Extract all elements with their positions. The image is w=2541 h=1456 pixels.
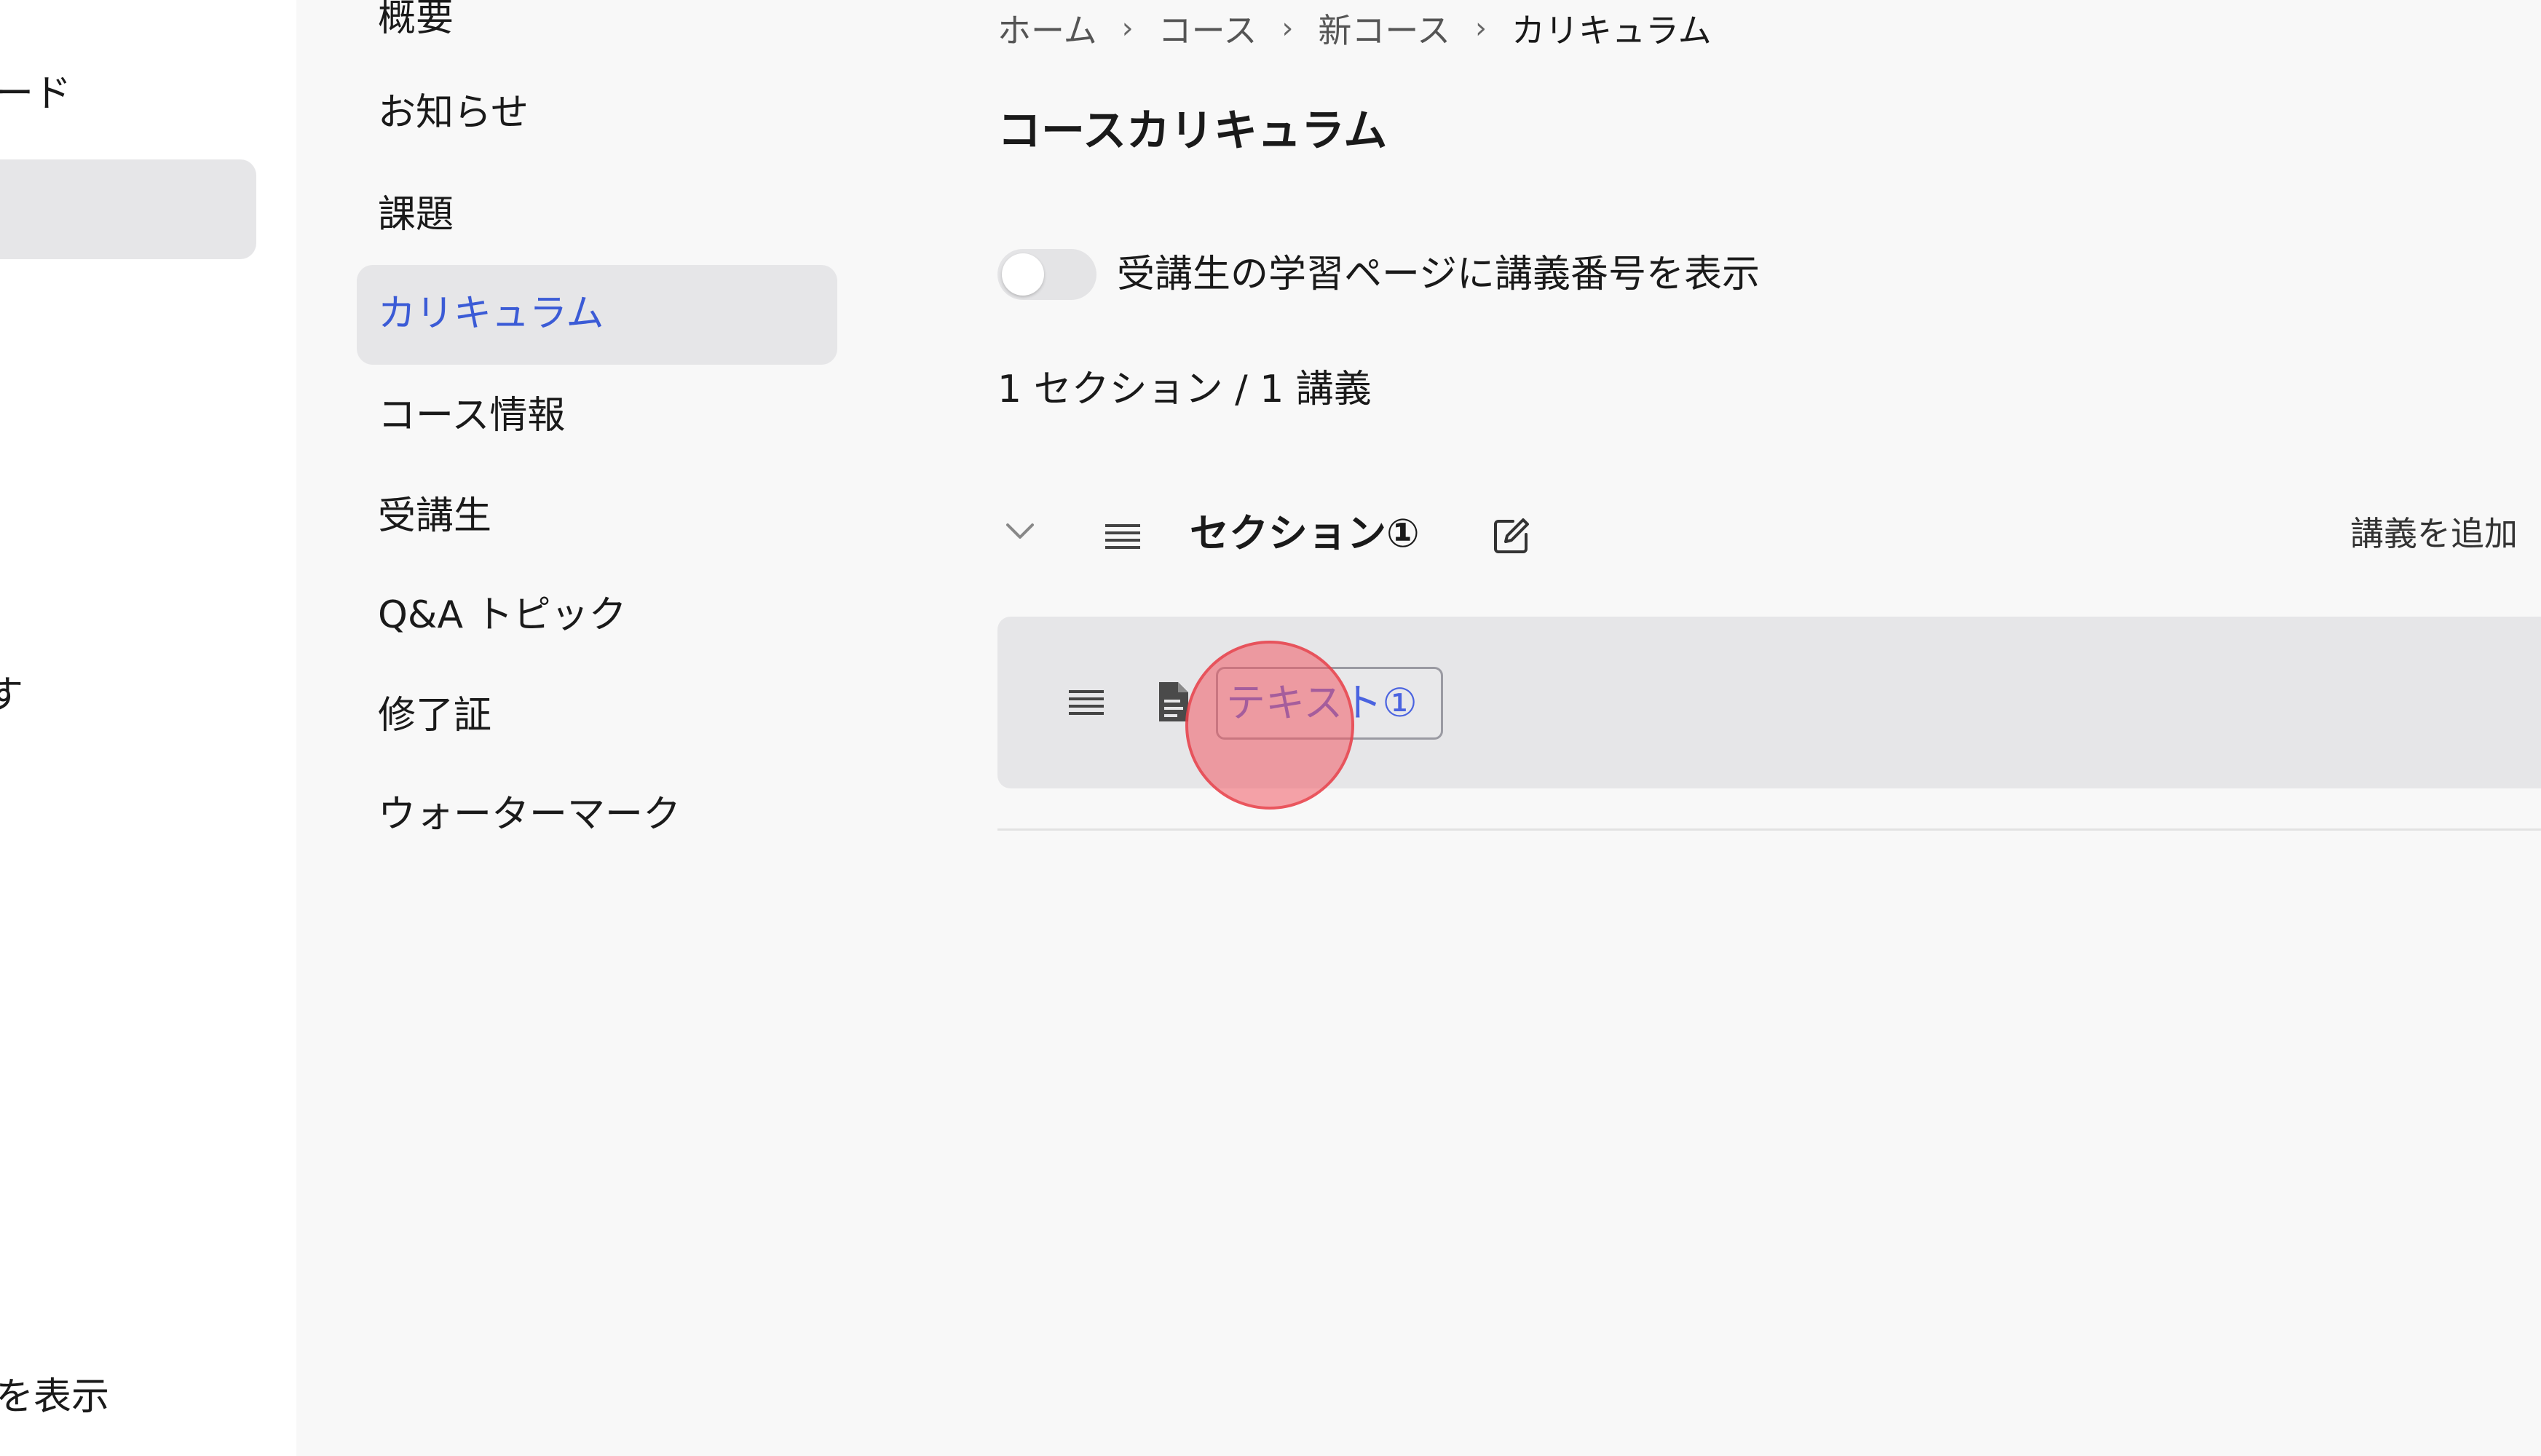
course-menu-item-assignments[interactable]: 課題	[378, 192, 454, 237]
document-icon	[1159, 682, 1188, 721]
course-menu-item-students[interactable]: 受講生	[378, 494, 491, 539]
divider	[997, 828, 2541, 831]
course-menu-item-curriculum[interactable]: カリキュラム	[378, 291, 604, 336]
main-sidebar: ード す を表示	[0, 0, 296, 1456]
chevron-right-icon: ›	[1121, 12, 1134, 45]
toggle-label: 受講生の学習ページに講義番号を表示	[1117, 253, 1760, 296]
chevron-right-icon: ›	[1281, 12, 1294, 45]
breadcrumb-courses[interactable]: コース	[1158, 4, 1257, 52]
drag-handle-icon[interactable]	[1067, 687, 1105, 716]
breadcrumb: ホーム › コース › 新コース › カリキュラム	[997, 6, 1712, 51]
edit-icon[interactable]	[1491, 515, 1532, 556]
course-menu-item-news[interactable]: お知らせ	[378, 90, 529, 135]
course-menu-item-overview[interactable]: 概要	[378, 0, 454, 41]
curriculum-summary: 1 セクション / 1 講義	[997, 368, 1372, 411]
chevron-right-icon: ›	[1475, 12, 1487, 45]
breadcrumb-current: カリキュラム	[1511, 11, 1712, 50]
lecture-number-toggle[interactable]	[997, 249, 1096, 300]
section-title: セクション①	[1190, 510, 1420, 556]
breadcrumb-course[interactable]: 新コース	[1318, 4, 1450, 52]
main-nav-item-partial[interactable]: ード	[0, 63, 71, 117]
chevron-down-icon[interactable]	[1002, 513, 1038, 550]
drag-handle-icon[interactable]	[1104, 521, 1142, 550]
course-menu-item-qa-topics[interactable]: Q&A トピック	[378, 593, 627, 638]
main-nav-item-partial[interactable]: す	[0, 664, 23, 719]
course-menu-item-course-info[interactable]: コース情報	[378, 393, 565, 438]
course-menu-item-watermark[interactable]: ウォーターマーク	[378, 792, 681, 837]
main-nav-toggle-partial[interactable]: を表示	[0, 1366, 109, 1420]
course-menu-item-certificate[interactable]: 修了証	[378, 693, 491, 738]
page-title: コースカリキュラム	[997, 106, 1388, 157]
breadcrumb-home[interactable]: ホーム	[997, 4, 1097, 52]
main-nav-item-active[interactable]	[0, 159, 256, 259]
add-lecture-button[interactable]: 講義を追加	[2350, 512, 2518, 555]
toggle-knob	[1002, 253, 1044, 296]
click-indicator	[1185, 641, 1354, 810]
